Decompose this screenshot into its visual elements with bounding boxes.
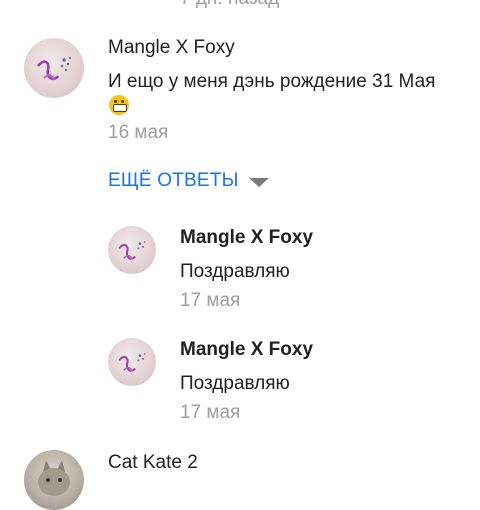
- grinning-face-icon: [109, 95, 129, 115]
- reply-text: Поздравляю: [180, 261, 290, 282]
- cat-avatar-art: [38, 460, 70, 496]
- avatar[interactable]: [24, 38, 84, 98]
- previous-comment-time: 7 дн. назад: [180, 0, 279, 10]
- reply-text: Поздравляю: [180, 373, 290, 394]
- reply-date: 17 мая: [180, 402, 241, 423]
- show-more-label: ЕЩЁ ОТВЕТЫ: [108, 170, 239, 191]
- avatar[interactable]: [108, 338, 156, 386]
- comment-date: 16 мая: [108, 122, 169, 143]
- avatar[interactable]: [108, 226, 156, 274]
- show-more-replies-button[interactable]: ЕЩЁ ОТВЕТЫ: [108, 170, 269, 192]
- reply-author[interactable]: Mangle X Foxy: [180, 227, 313, 249]
- comment-author[interactable]: Cat Kate 2: [108, 452, 198, 474]
- avatar-art: [118, 353, 146, 372]
- reply-author[interactable]: Mangle X Foxy: [180, 339, 313, 361]
- comment-author[interactable]: Mangle X Foxy: [108, 37, 235, 59]
- comment-text: И ещо у меня дэнь рождение 31 Мая: [108, 69, 448, 119]
- chevron-down-icon: [248, 177, 269, 187]
- avatar-art: [118, 241, 146, 260]
- avatar-art: [37, 57, 71, 81]
- reply-date: 17 мая: [180, 290, 241, 311]
- avatar[interactable]: [24, 450, 84, 510]
- comment-text-body: И ещо у меня дэнь рождение 31 Мая: [108, 71, 436, 92]
